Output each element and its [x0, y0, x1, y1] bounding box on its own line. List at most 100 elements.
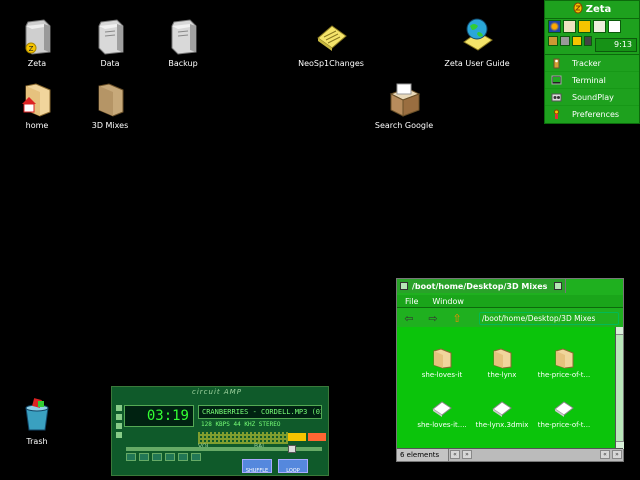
eject-button[interactable] — [191, 453, 201, 461]
deskbar-zeta-button[interactable]: Zeta — [545, 1, 639, 19]
parent-folder-button[interactable]: ⇧ — [450, 312, 464, 325]
file-item[interactable]: the-price-of-t... — [531, 347, 597, 379]
preferences-icon — [551, 109, 562, 120]
eq-indicator[interactable] — [288, 433, 306, 441]
file-item[interactable]: she-loves-it.... — [409, 397, 475, 429]
window-tab[interactable]: /boot/home/Desktop/3D Mixes — [396, 278, 566, 293]
disk-icon[interactable] — [560, 36, 570, 46]
desktop-icon-backup[interactable]: Backup — [146, 18, 220, 69]
status-bar: 6 elements « » « » — [397, 448, 623, 461]
close-box[interactable] — [400, 282, 408, 290]
zoom-box[interactable] — [554, 282, 562, 290]
deskbar-item-terminal[interactable]: Terminal — [545, 72, 639, 89]
deskbar-item-preferences[interactable]: Preferences — [545, 106, 639, 123]
file-label: the-lynx — [487, 371, 517, 379]
side-button[interactable] — [116, 414, 122, 420]
terminal-icon — [551, 75, 562, 86]
file-label: the-lynx.3dmix — [475, 421, 529, 429]
deskbar-item-tracker[interactable]: Tracker — [545, 55, 639, 72]
pencil-icon[interactable] — [608, 20, 621, 33]
tracker-window: /boot/home/Desktop/3D Mixes File Window … — [396, 278, 624, 462]
desktop-icon-label: Data — [100, 59, 120, 68]
seek-knob[interactable] — [288, 445, 296, 453]
play-button[interactable] — [139, 453, 149, 461]
desktop-icon-trash[interactable]: Trash — [0, 396, 74, 447]
file-item[interactable]: the-lynx — [469, 347, 535, 379]
file-label: she-loves-it.... — [417, 421, 467, 429]
desktop-icon-zeta[interactable]: Z Zeta — [0, 18, 74, 69]
scroll-right-arrow-end[interactable]: » — [612, 450, 622, 459]
desktop-icon-3d-mixes[interactable]: 3D Mixes — [73, 80, 147, 131]
deskbar-item-label: Tracker — [572, 58, 601, 68]
firefox-icon[interactable] — [548, 20, 561, 33]
file-label: the-price-of-t... — [537, 421, 591, 429]
file-label: she-loves-it — [421, 371, 463, 379]
deskbar-item-label: SoundPlay — [572, 92, 614, 102]
deskbar-item-label: Preferences — [572, 110, 620, 119]
player-title: circuit AMP — [192, 388, 242, 396]
soundplay-icon — [551, 92, 562, 103]
loop-button[interactable]: LOOP — [278, 459, 308, 474]
previous-button[interactable] — [126, 453, 136, 461]
desktop-icon-label: 3D Mixes — [91, 121, 129, 130]
desktop-icon-zeta-user-guide[interactable]: Zeta User Guide — [440, 18, 514, 69]
side-button[interactable] — [116, 432, 122, 438]
scroll-left-arrow-end[interactable]: « — [600, 450, 610, 459]
pl-indicator[interactable] — [308, 433, 326, 441]
home-folder-icon — [20, 80, 54, 118]
document-icon — [431, 397, 453, 419]
volume-icon[interactable] — [572, 36, 582, 46]
file-pane: she-loves-it the-lynx the-price-of-t... … — [397, 327, 617, 449]
deskbar-clock[interactable]: 9:13 — [595, 38, 637, 52]
desktop-icon-search-google[interactable]: Search Google — [367, 80, 441, 131]
navigation-bar: ⇦ ⇨ ⇧ /boot/home/Desktop/3D Mixes — [397, 309, 623, 327]
pause-button[interactable] — [152, 453, 162, 461]
next-button[interactable] — [178, 453, 188, 461]
deskbar-item-soundplay[interactable]: SoundPlay — [545, 89, 639, 106]
side-button[interactable] — [116, 405, 122, 411]
trash-icon — [20, 396, 54, 434]
menu-window[interactable]: Window — [432, 295, 464, 307]
file-item[interactable]: the-price-of-t... — [531, 397, 597, 429]
document-icon — [314, 18, 348, 56]
scroll-right-arrow[interactable]: » — [462, 450, 472, 459]
circuit-amp-player[interactable]: circuit AMP 03:19 CRANBERRIES - CORDELL.… — [111, 386, 329, 476]
file-item[interactable]: the-lynx.3dmix — [469, 397, 535, 429]
stop-button[interactable] — [165, 453, 175, 461]
desktop-icon-neosp1changes[interactable]: NeoSp1Changes — [294, 18, 368, 69]
folder-icon — [491, 347, 513, 369]
network-icon[interactable] — [548, 36, 558, 46]
window-title: /boot/home/Desktop/3D Mixes — [412, 281, 548, 291]
shuffle-button[interactable]: SHUFFLE — [242, 459, 272, 474]
desktop-icon-label: Backup — [168, 59, 198, 68]
scroll-up-arrow[interactable] — [616, 327, 623, 335]
player-time-display: 03:19 — [124, 405, 194, 427]
side-button[interactable] — [116, 423, 122, 429]
vertical-scrollbar[interactable] — [615, 327, 624, 449]
tux-icon[interactable] — [578, 20, 591, 33]
deskbar-item-label: Terminal — [572, 75, 606, 85]
forward-button[interactable]: ⇨ — [426, 312, 440, 325]
player-track-display: CRANBERRIES - CORDELL.MP3 (03: — [198, 405, 322, 419]
back-button[interactable]: ⇦ — [402, 312, 416, 325]
player-spectrum — [198, 432, 288, 444]
desktop-icon-home[interactable]: home — [0, 80, 74, 131]
element-count: 6 elements — [397, 449, 449, 461]
desktop-icon-label: home — [25, 121, 49, 130]
file-item[interactable]: she-loves-it — [409, 347, 475, 379]
cpu-meter-icon[interactable] — [584, 36, 592, 46]
document-icon — [553, 397, 575, 419]
disk-volume-icon — [166, 18, 200, 56]
menu-file[interactable]: File — [405, 295, 418, 307]
disk-volume-icon — [93, 18, 127, 56]
desktop-icon-data[interactable]: Data — [73, 18, 147, 69]
folder-icon — [431, 347, 453, 369]
person-icon[interactable] — [563, 20, 576, 33]
path-field[interactable]: /boot/home/Desktop/3D Mixes — [479, 312, 619, 325]
scroll-left-arrow[interactable]: « — [450, 450, 460, 459]
transport-controls — [126, 453, 201, 461]
palette-icon[interactable] — [593, 20, 606, 33]
desktop-icon-label: Search Google — [374, 121, 434, 130]
horizontal-scrollbar[interactable]: « » « » — [449, 449, 623, 461]
file-label: the-price-of-t... — [537, 371, 591, 379]
